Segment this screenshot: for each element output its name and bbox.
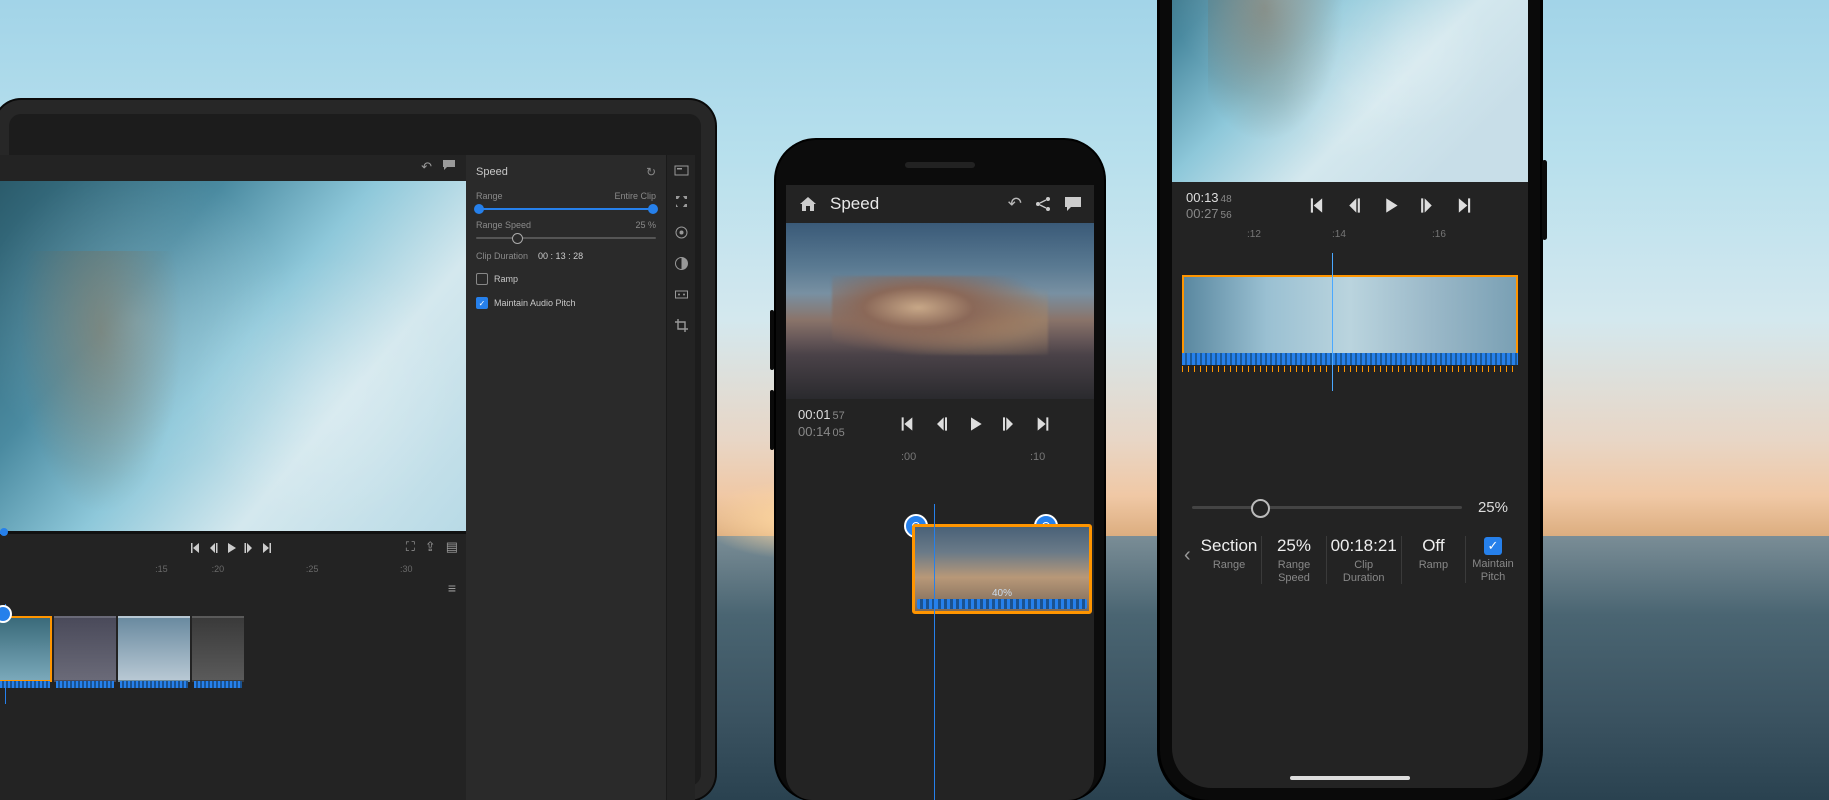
play-icon[interactable]: [1382, 197, 1399, 214]
more-icon[interactable]: ≡: [0, 580, 466, 596]
step-fwd-icon[interactable]: [1419, 197, 1436, 214]
range-speed-slider[interactable]: [476, 237, 656, 239]
timeline[interactable]: 40%: [786, 504, 1094, 624]
panel-title: Speed: [476, 166, 508, 178]
comment-icon[interactable]: [442, 159, 456, 181]
step-fwd-icon[interactable]: [1001, 416, 1017, 432]
transform-icon[interactable]: [674, 194, 689, 209]
maintain-pitch-checkbox[interactable]: ✓: [1484, 537, 1502, 555]
timeline-clip[interactable]: [0, 616, 52, 682]
timeline-clip[interactable]: [54, 616, 116, 682]
undo-icon[interactable]: ↶: [421, 159, 432, 181]
tablet-screen: ↶ ⛶ ⇪ ▤: [0, 155, 695, 800]
maintain-pitch-label: Maintain Pitch: [1466, 558, 1520, 583]
add-title-icon[interactable]: [674, 163, 689, 178]
reset-icon[interactable]: ↺: [646, 165, 656, 179]
clip-audio-track: [1182, 353, 1518, 365]
screen-title: Speed: [830, 194, 996, 214]
speed-panel: Speed ↺ Range Entire Clip Range Speed 25…: [466, 155, 666, 800]
tablet-device: ↶ ⛶ ⇪ ▤: [0, 100, 715, 800]
timeline[interactable]: [0, 604, 466, 704]
time-total: 00:27: [1186, 206, 1219, 221]
phone-a-device: Speed ↶ 00:0157 00:1405: [776, 140, 1104, 800]
crop-icon[interactable]: [674, 318, 689, 333]
back-icon[interactable]: ‹: [1180, 536, 1197, 567]
comment-icon[interactable]: [1064, 196, 1082, 212]
undo-icon[interactable]: ↶: [1008, 194, 1022, 214]
param-range[interactable]: Section Range: [1197, 536, 1262, 584]
playhead[interactable]: [1332, 253, 1333, 391]
skip-start-icon[interactable]: [1308, 197, 1325, 214]
step-back-icon[interactable]: [207, 542, 219, 554]
play-icon[interactable]: [967, 416, 983, 432]
timeline-clip[interactable]: [192, 616, 244, 682]
step-back-icon[interactable]: [933, 416, 949, 432]
video-preview: [0, 181, 466, 531]
phone-b-device: 00:1348 00:2756 :12 :14 :16: [1160, 0, 1540, 800]
timeline-ruler: :15 :20 :25 :30: [0, 562, 466, 580]
time-current: 00:01: [798, 407, 831, 422]
skip-end-icon[interactable]: [1035, 416, 1051, 432]
timeline-ruler: :00 :10: [786, 451, 1094, 469]
clip-duration-value: 00 : 13 : 28: [538, 251, 583, 261]
home-icon[interactable]: [798, 194, 818, 214]
clip-duration-label: Clip Duration: [476, 251, 528, 261]
speed-tool-icon[interactable]: [674, 287, 689, 302]
timeline-clip[interactable]: [118, 616, 190, 682]
range-slider[interactable]: [476, 208, 656, 210]
audio-icon[interactable]: [674, 225, 689, 240]
range-speed-label: Range Speed: [476, 220, 531, 230]
skip-end-icon[interactable]: [1456, 197, 1473, 214]
color-icon[interactable]: [674, 256, 689, 271]
video-preview: [1172, 0, 1528, 182]
skip-end-icon[interactable]: [261, 542, 273, 554]
playhead[interactable]: [934, 504, 935, 800]
param-clip-duration[interactable]: 00:18:21 Clip Duration: [1326, 536, 1401, 584]
home-indicator[interactable]: [1290, 776, 1410, 780]
share-icon[interactable]: [1034, 195, 1052, 213]
range-speed-value: 25 %: [635, 220, 656, 230]
timeline-ruler: :12 :14 :16: [1172, 229, 1528, 245]
maintain-pitch-label: Maintain Audio Pitch: [494, 298, 576, 308]
range-value: Entire Clip: [614, 191, 656, 201]
ramp-label: Ramp: [494, 274, 518, 284]
tool-sidebar: [666, 155, 695, 800]
param-range-speed[interactable]: 25% Range Speed: [1261, 536, 1325, 584]
time-current: 00:13: [1186, 190, 1219, 205]
ramp-checkbox[interactable]: [476, 273, 488, 285]
speed-slider[interactable]: [1192, 506, 1462, 509]
maintain-pitch-checkbox[interactable]: ✓: [476, 297, 488, 309]
skip-start-icon[interactable]: [899, 416, 915, 432]
timeline-clip[interactable]: 40%: [912, 524, 1092, 614]
speed-slider-value: 25%: [1478, 499, 1508, 516]
range-label: Range: [476, 191, 503, 201]
time-total: 00:14: [798, 424, 831, 439]
video-preview: [786, 223, 1094, 399]
play-icon[interactable]: [225, 542, 237, 554]
clip-speed-label: 40%: [992, 588, 1012, 599]
timeline-clip[interactable]: [1182, 275, 1518, 355]
step-fwd-icon[interactable]: [243, 542, 255, 554]
fullscreen-icon[interactable]: ⛶: [406, 539, 415, 555]
export-icon[interactable]: ⇪: [425, 539, 436, 555]
step-back-icon[interactable]: [1345, 197, 1362, 214]
skip-start-icon[interactable]: [189, 542, 201, 554]
timeline[interactable]: [1172, 269, 1528, 369]
param-ramp[interactable]: Off Ramp: [1401, 536, 1465, 584]
grid-icon[interactable]: ▤: [446, 539, 458, 555]
